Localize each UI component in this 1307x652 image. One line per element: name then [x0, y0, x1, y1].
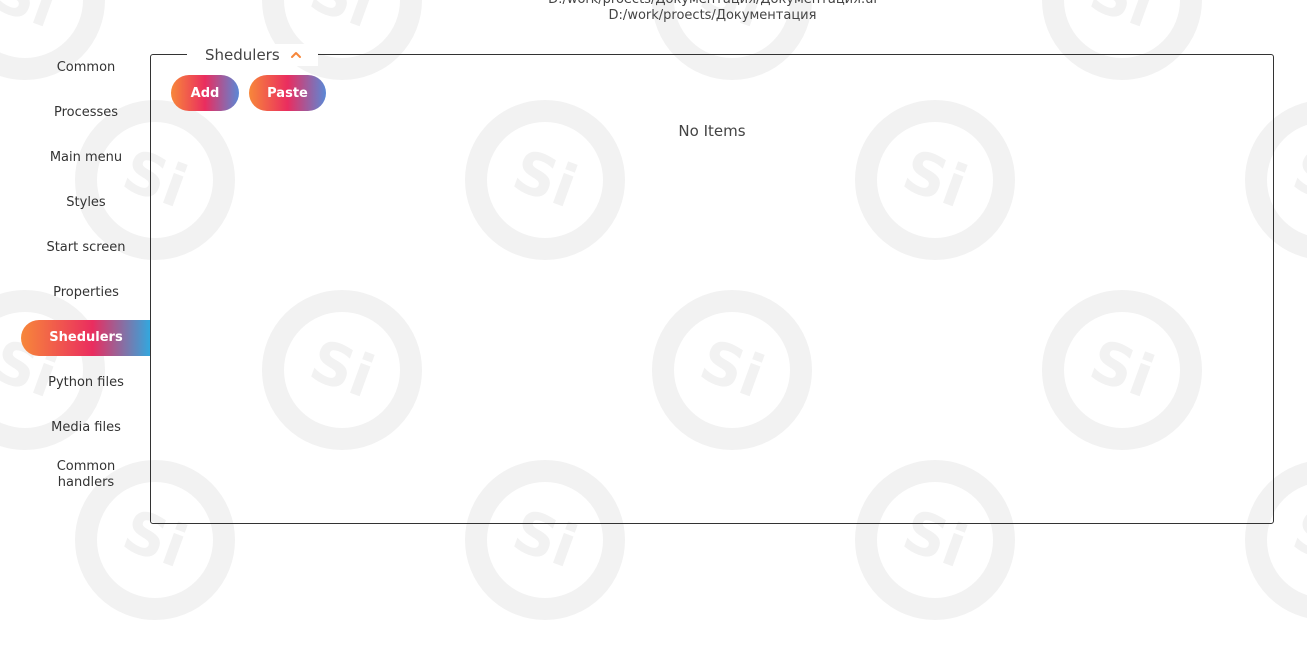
- sidebar-item-main-menu[interactable]: Main menu: [21, 140, 151, 176]
- sidebar-item-properties[interactable]: Properties: [21, 275, 151, 311]
- file-path-ui: D:/work/proects/Документация/Документаци…: [0, 0, 1307, 8]
- app-page: D:/work/proects/Документация/Документаци…: [0, 0, 1307, 652]
- sidebar-item-processes[interactable]: Processes: [21, 95, 151, 131]
- sidebar-item-shedulers[interactable]: Shedulers: [21, 320, 151, 356]
- sidebar-item-common-handlers[interactable]: Common handlers: [46, 455, 126, 495]
- sidebar-item-start-screen[interactable]: Start screen: [21, 230, 151, 266]
- chevron-up-icon: [290, 52, 301, 58]
- add-button[interactable]: Add: [171, 75, 239, 111]
- file-path-folder: D:/work/proects/Документация: [608, 8, 817, 23]
- sidebar-item-styles[interactable]: Styles: [21, 185, 151, 221]
- file-path-header: D:/work/proects/Документация/Документаци…: [0, 0, 1307, 24]
- sidebar-item-python-files[interactable]: Python files: [21, 365, 151, 401]
- sidebar-item-media-files[interactable]: Media files: [21, 410, 151, 446]
- paste-button[interactable]: Paste: [249, 75, 326, 111]
- shedulers-panel: Shedulers Add Paste No Items: [150, 44, 1274, 524]
- panel-title: Shedulers: [205, 46, 280, 64]
- empty-state-text: No Items: [678, 122, 746, 140]
- sidebar-nav: Common Processes Main menu Styles Start …: [21, 50, 151, 495]
- panel-header-toggle[interactable]: Shedulers: [187, 44, 318, 66]
- sidebar-item-common[interactable]: Common: [21, 50, 151, 86]
